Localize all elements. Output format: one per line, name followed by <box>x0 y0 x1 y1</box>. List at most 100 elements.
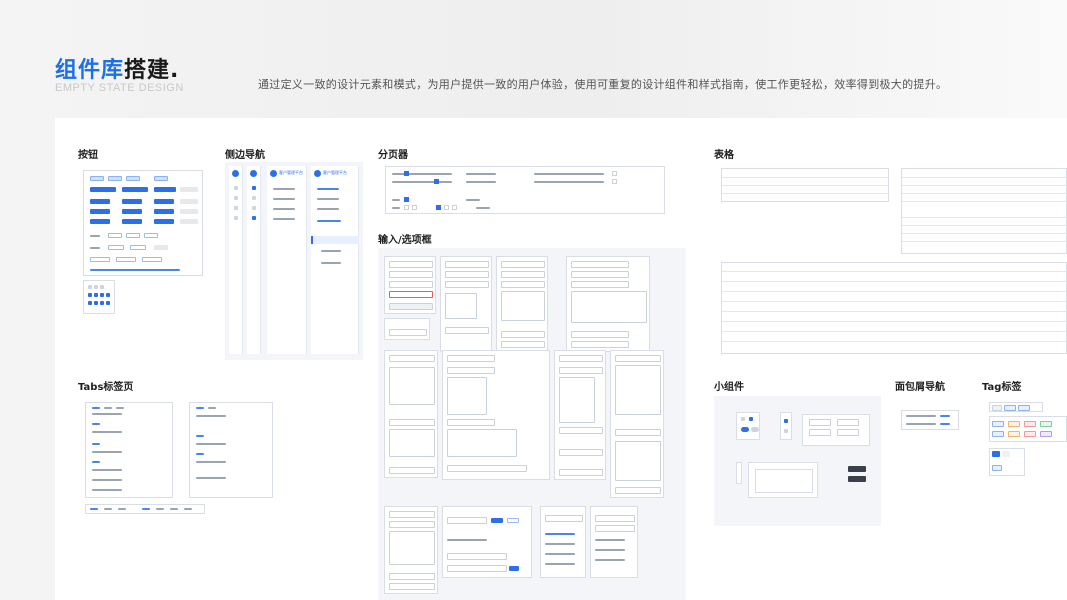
tab-item-active <box>92 407 100 409</box>
nav-item <box>273 208 295 210</box>
tab-content <box>92 489 122 491</box>
button-sample <box>108 245 124 250</box>
button-sample <box>108 176 122 181</box>
tag-sample <box>1008 431 1020 437</box>
select-field <box>389 355 435 362</box>
form-panel <box>442 506 532 578</box>
nav-sub-item <box>321 250 341 252</box>
table-row <box>722 185 890 186</box>
number-input <box>837 419 859 426</box>
button-caption <box>90 247 100 249</box>
select-dropdown <box>445 293 477 319</box>
select-dropdown <box>389 531 435 565</box>
input-field-error <box>389 291 433 298</box>
icon-button-sample <box>94 293 98 297</box>
stepper-sample <box>784 419 788 423</box>
button-sample <box>507 518 519 523</box>
button-sample <box>90 219 110 224</box>
table-row <box>902 217 1067 218</box>
table-row <box>722 301 1067 302</box>
select-field <box>615 429 661 436</box>
upload-panel <box>540 506 586 578</box>
input-field <box>545 515 583 522</box>
button-sample <box>130 245 146 250</box>
select-field <box>445 271 489 278</box>
button-sample <box>90 209 110 214</box>
pager-page <box>612 171 617 176</box>
select-dropdown <box>559 377 595 423</box>
icon-button-sample <box>100 285 104 289</box>
nav-item <box>317 188 339 190</box>
input-field <box>447 553 507 560</box>
multi-select-panel <box>442 350 550 480</box>
select-field <box>447 419 495 426</box>
select-field <box>447 367 495 374</box>
pager-page-active <box>434 179 439 184</box>
input-field <box>447 565 507 572</box>
input-field <box>389 261 433 268</box>
input-field <box>447 517 487 524</box>
upload-item <box>545 543 575 545</box>
button-sample <box>126 176 140 181</box>
switch-on <box>741 427 749 432</box>
date-range-field <box>571 271 629 278</box>
date-field <box>501 331 545 338</box>
cascader-dropdown <box>447 429 517 457</box>
tab-item-active <box>142 508 150 510</box>
pager-page-active <box>404 171 409 176</box>
pager-page <box>444 205 449 210</box>
button-sample <box>122 219 142 224</box>
date-range-field <box>571 331 629 338</box>
button-sample <box>154 219 174 224</box>
table-preview <box>901 168 1067 254</box>
tab-item <box>156 508 164 510</box>
icon-button-sample <box>106 293 110 297</box>
icon-button-sample <box>94 285 98 289</box>
select-field <box>445 261 489 268</box>
page-description: 通过定义一致的设计元素和模式，为用户提供一致的用户体验，使用可重复的设计组件和样… <box>258 78 948 91</box>
platform-name: 客户管理平台 <box>279 170 303 175</box>
select-field <box>447 355 495 362</box>
table-row <box>722 331 1067 332</box>
input-field <box>389 573 435 580</box>
tag-sample <box>1024 421 1036 427</box>
section-label-buttons: 按钮 <box>78 150 98 161</box>
button-sample <box>180 199 198 204</box>
section-label-side-nav: 侧边导航 <box>225 150 265 161</box>
icon-button-sample <box>94 301 98 305</box>
nav-item <box>273 198 295 200</box>
input-field <box>389 583 435 590</box>
tooltip-sample <box>848 476 866 482</box>
date-field <box>501 341 545 348</box>
button-link-row <box>90 269 180 271</box>
switch-panel <box>736 412 760 440</box>
select-field <box>559 427 603 434</box>
tab-item-active <box>92 423 100 425</box>
input-field <box>389 281 433 288</box>
breadcrumb-row <box>906 415 936 417</box>
pager-row <box>466 181 496 183</box>
component-board: 按钮 侧边导航 客户管理平台 客户管理平台 分页器 输入/选项框 表格 Tabs… <box>55 118 1067 600</box>
button-sample <box>144 233 158 238</box>
upload-item <box>595 549 625 551</box>
table-row <box>722 341 1067 342</box>
nav-item <box>317 208 339 210</box>
select-panel <box>384 350 438 478</box>
nav-item-active <box>311 236 359 244</box>
select-field <box>445 327 489 334</box>
button-sample <box>509 566 519 571</box>
pager-page <box>612 179 617 184</box>
select-field <box>559 367 603 374</box>
tag-sample <box>992 431 1004 437</box>
logo-icon <box>270 170 277 177</box>
date-range-field <box>571 281 629 288</box>
page-subtitle: EMPTY STATE DESIGN <box>55 82 184 94</box>
date-field <box>501 261 545 268</box>
table-row <box>722 193 890 194</box>
icon-buttons-preview <box>83 280 115 314</box>
tag-sample <box>1004 405 1016 411</box>
nav-icon <box>252 196 256 200</box>
page-title-rest: 搭建. <box>124 58 180 83</box>
tab-content <box>92 431 122 433</box>
select-field <box>615 355 661 362</box>
